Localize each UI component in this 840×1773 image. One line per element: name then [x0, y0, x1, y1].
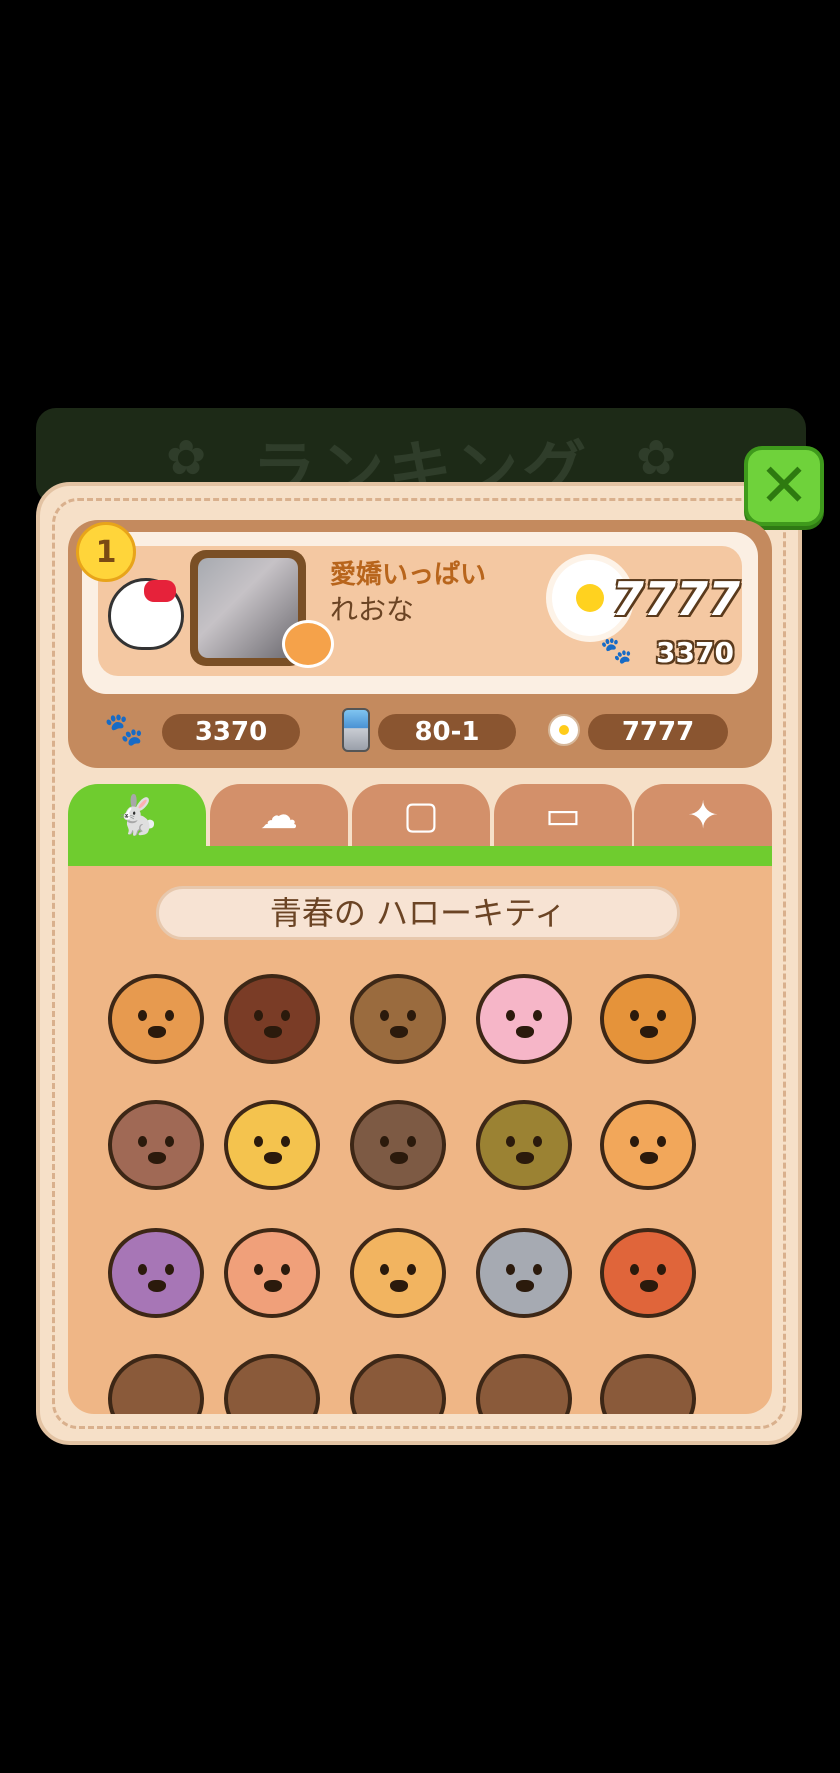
animal-eye — [165, 1010, 174, 1021]
deer-icon[interactable] — [476, 1100, 572, 1190]
animal-eye — [407, 1010, 416, 1021]
stat-paw-value: 3370 — [162, 714, 300, 750]
animal-eye — [533, 1136, 542, 1147]
animal-nose — [516, 1026, 534, 1038]
rank-badge: 1 — [76, 522, 136, 582]
tab-square-frame[interactable]: ▢ — [352, 784, 490, 846]
paw-score: 3370 — [656, 636, 734, 669]
rhino-icon[interactable] — [476, 1228, 572, 1318]
gem-tower-icon — [342, 708, 370, 752]
profile-nickname: 愛嬌いっぱい — [330, 560, 487, 590]
animal-eye — [407, 1136, 416, 1147]
animal-nose — [264, 1026, 282, 1038]
flower-score: 7777 — [612, 572, 741, 626]
animal-eye — [533, 1264, 542, 1275]
animal-eye — [165, 1136, 174, 1147]
tab-underline — [68, 846, 772, 866]
animal-icon-partial[interactable] — [476, 1354, 572, 1414]
sheep-icon[interactable] — [476, 974, 572, 1064]
animal-icon-partial[interactable] — [600, 1354, 696, 1414]
animal-eye — [630, 1264, 639, 1275]
animal-icon-partial[interactable] — [224, 1354, 320, 1414]
monkey-icon[interactable] — [224, 974, 320, 1064]
animal-nose — [390, 1026, 408, 1038]
animal-eye — [630, 1010, 639, 1021]
close-x-icon: ✕ — [758, 451, 810, 521]
animal-eye — [281, 1264, 290, 1275]
animal-icon-partial[interactable] — [350, 1354, 446, 1414]
stat-stage-value: 80-1 — [378, 714, 516, 750]
cat-icon — [282, 620, 334, 668]
animal-nose — [148, 1152, 166, 1164]
cheetah-icon[interactable] — [350, 1228, 446, 1318]
hello-kitty-bow-icon — [144, 580, 176, 602]
animal-nose — [516, 1280, 534, 1292]
tab-wide-frame[interactable]: ▭ — [494, 784, 632, 846]
tabby-cat-icon[interactable] — [224, 1100, 320, 1190]
tab-watering-can[interactable]: ☁ — [210, 784, 348, 846]
animal-eye — [380, 1264, 389, 1275]
sparkle-icon: ✦ — [687, 793, 719, 837]
animal-eye — [657, 1136, 666, 1147]
tiger-icon[interactable] — [600, 1228, 696, 1318]
animal-eye — [138, 1010, 147, 1021]
animal-nose — [390, 1280, 408, 1292]
wide-frame-icon: ▭ — [545, 793, 581, 837]
animal-eye — [380, 1010, 389, 1021]
animal-eye — [281, 1010, 290, 1021]
paw-icon: 🐾 — [104, 710, 144, 748]
kangaroo-icon[interactable] — [600, 1100, 696, 1190]
square-frame-icon: ▢ — [403, 793, 439, 837]
stat-flower-value: 7777 — [588, 714, 728, 750]
theme-label: 青春の ハローキティ — [156, 886, 680, 940]
tab-sparkle[interactable]: ✦ — [634, 784, 772, 846]
animal-icon-partial[interactable] — [108, 1354, 204, 1414]
animal-eye — [533, 1010, 542, 1021]
animal-nose — [640, 1280, 658, 1292]
lion-icon[interactable] — [600, 974, 696, 1064]
close-button[interactable]: ✕ — [744, 446, 824, 526]
animal-eye — [138, 1136, 147, 1147]
flower-icon — [548, 714, 580, 746]
tab-rabbit[interactable]: 🐇 — [68, 784, 206, 846]
shiba-icon[interactable] — [108, 974, 204, 1064]
animal-nose — [640, 1152, 658, 1164]
collection-content: 青春の ハローキティ — [68, 866, 772, 1414]
paw-icon: 🐾 — [600, 636, 633, 666]
animal-nose — [390, 1152, 408, 1164]
animal-nose — [148, 1026, 166, 1038]
boar-icon[interactable] — [108, 1228, 204, 1318]
animal-eye — [254, 1136, 263, 1147]
dog-icon[interactable] — [350, 1100, 446, 1190]
animal-eye — [281, 1136, 290, 1147]
animal-nose — [148, 1280, 166, 1292]
animal-eye — [506, 1010, 515, 1021]
animal-eye — [138, 1264, 147, 1275]
flower-star-icon: ✿ — [636, 430, 677, 486]
animal-nose — [264, 1152, 282, 1164]
zebra-icon[interactable] — [224, 1228, 320, 1318]
watering-can-icon: ☁ — [260, 793, 298, 837]
animal-eye — [165, 1264, 174, 1275]
rabbit-icon: 🐇 — [113, 792, 161, 837]
animal-nose — [264, 1280, 282, 1292]
raccoon-icon[interactable] — [350, 974, 446, 1064]
animal-nose — [516, 1152, 534, 1164]
animal-eye — [657, 1010, 666, 1021]
animal-eye — [657, 1264, 666, 1275]
animal-eye — [407, 1264, 416, 1275]
animal-eye — [254, 1264, 263, 1275]
animal-eye — [506, 1264, 515, 1275]
animal-eye — [630, 1136, 639, 1147]
profile-username: れおな — [330, 593, 415, 626]
animal-eye — [506, 1136, 515, 1147]
animal-eye — [254, 1010, 263, 1021]
animal-eye — [380, 1136, 389, 1147]
beaver-icon[interactable] — [108, 1100, 204, 1190]
animal-nose — [640, 1026, 658, 1038]
